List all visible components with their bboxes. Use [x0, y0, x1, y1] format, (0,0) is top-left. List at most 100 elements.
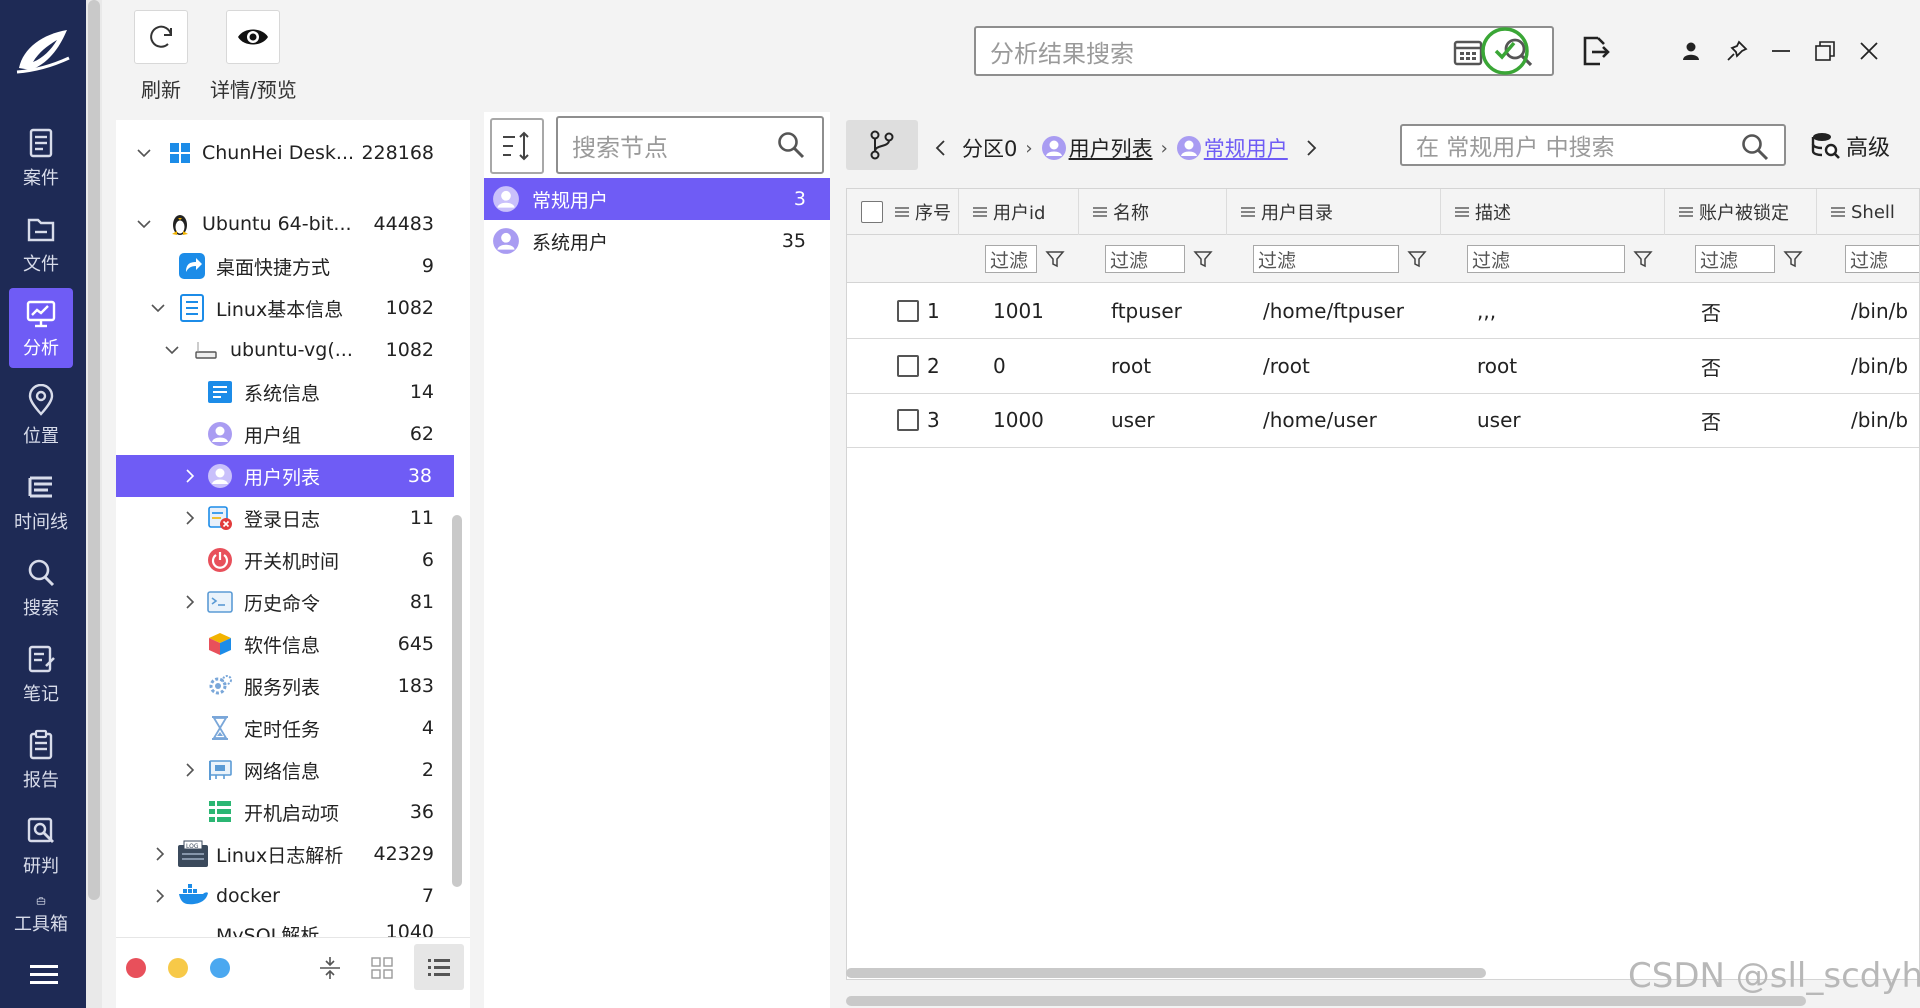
hamburger-menu-icon[interactable]	[30, 964, 58, 986]
nav-analysis[interactable]: 分析	[9, 288, 73, 368]
select-all-checkbox[interactable]	[861, 201, 883, 223]
tree-row-user-group[interactable]: 用户组 62	[116, 413, 456, 455]
row-checkbox[interactable]	[897, 355, 919, 377]
filter-locked-input[interactable]: 过滤	[1695, 245, 1775, 273]
chevron-right-icon[interactable]	[182, 510, 198, 526]
filter-shell-input[interactable]: 过滤	[1845, 245, 1919, 273]
column-header-desc[interactable]: 描述	[1441, 189, 1665, 235]
refresh-button[interactable]: 刷新	[134, 10, 188, 103]
table-row[interactable]: 2 0 root /root root 否 /bin/b	[847, 339, 1919, 394]
funnel-icon[interactable]	[1633, 249, 1653, 269]
funnel-icon[interactable]	[1193, 249, 1213, 269]
analysis-search-input[interactable]: 分析结果搜索	[974, 26, 1554, 76]
filter-uid-input[interactable]: 过滤	[985, 245, 1037, 273]
tree-row-ubuntu[interactable]: Ubuntu 64-bit... 44483	[116, 203, 456, 245]
grid-view-button[interactable]	[364, 950, 400, 986]
tree-row-linux-log[interactable]: LOG Linux日志解析 42329	[116, 833, 456, 875]
tree-row-cron[interactable]: 定时任务 4	[116, 707, 456, 749]
chevron-down-icon[interactable]	[164, 342, 180, 358]
node-row-regular-users[interactable]: 常规用户 3	[484, 178, 830, 220]
column-header-locked[interactable]: 账户被锁定	[1665, 189, 1817, 235]
search-icon[interactable]	[1740, 132, 1770, 162]
column-menu-icon[interactable]	[1455, 206, 1469, 218]
table-row[interactable]: 3 1000 user /home/user user 否 /bin/b	[847, 393, 1919, 448]
export-button[interactable]	[1570, 26, 1620, 76]
filter-desc-input[interactable]: 过滤	[1467, 245, 1625, 273]
restore-button[interactable]	[1810, 36, 1840, 66]
collapse-all-button[interactable]	[312, 950, 348, 986]
tree-scrollbar-thumb[interactable]	[452, 515, 462, 887]
nav-report[interactable]: 报告	[9, 720, 73, 800]
outer-scrollbar-thumb[interactable]	[88, 0, 100, 900]
column-header-uid[interactable]: 用户id	[959, 189, 1079, 235]
filter-home-input[interactable]: 过滤	[1253, 245, 1399, 273]
chevron-right-icon[interactable]	[152, 888, 168, 904]
row-checkbox[interactable]	[897, 409, 919, 431]
column-menu-icon[interactable]	[973, 206, 987, 218]
tree-row-linux-basic[interactable]: Linux基本信息 1082	[116, 287, 456, 329]
nav-search[interactable]: 搜索	[9, 548, 73, 628]
nav-judge[interactable]: 研判	[9, 806, 73, 886]
node-search-input[interactable]: 搜索节点	[556, 116, 824, 174]
nav-toolbox[interactable]: 工具箱	[9, 890, 73, 936]
breadcrumb-partition[interactable]: 分区0	[962, 133, 1017, 163]
search-icon[interactable]	[776, 130, 806, 160]
chevron-right-icon[interactable]	[1304, 139, 1318, 157]
chevron-down-icon[interactable]	[136, 216, 152, 232]
nav-case[interactable]: 案件	[9, 118, 73, 198]
red-tag-dot[interactable]	[126, 958, 146, 978]
minimize-button[interactable]	[1766, 36, 1796, 66]
column-header-home[interactable]: 用户目录	[1227, 189, 1441, 235]
tree-row-startup[interactable]: 开机启动项 36	[116, 791, 456, 833]
chevron-down-icon[interactable]	[150, 300, 166, 316]
outer-scrollbar[interactable]	[86, 0, 102, 1008]
grid-search-input[interactable]: 在 常规用户 中搜索	[1400, 124, 1786, 166]
chevron-down-icon[interactable]	[136, 145, 152, 161]
advanced-search-button[interactable]: 高级	[1810, 130, 1890, 162]
column-menu-icon[interactable]	[895, 206, 909, 218]
chevron-right-icon[interactable]	[182, 468, 198, 484]
tree-row-login-log[interactable]: 登录日志 11	[116, 497, 456, 539]
user-button[interactable]	[1676, 36, 1706, 66]
chevron-left-icon[interactable]	[934, 139, 948, 157]
funnel-icon[interactable]	[1045, 249, 1065, 269]
nav-note[interactable]: 笔记	[9, 634, 73, 714]
nav-location[interactable]: 位置	[9, 376, 73, 456]
branch-button[interactable]	[846, 120, 918, 170]
nav-file[interactable]: 文件	[9, 204, 73, 284]
tree-row-desktop-shortcut[interactable]: 桌面快捷方式 9	[116, 245, 456, 287]
tree-row-chunhei[interactable]: ChunHei Desk... 228168	[116, 132, 456, 174]
funnel-icon[interactable]	[1783, 249, 1803, 269]
funnel-icon[interactable]	[1407, 249, 1427, 269]
tree-row-power-time[interactable]: 开关机时间 6	[116, 539, 456, 581]
column-menu-icon[interactable]	[1679, 206, 1693, 218]
tree-row-mysql[interactable]: MySQL解析 1040	[116, 917, 456, 937]
column-header-name[interactable]: 名称	[1079, 189, 1227, 235]
column-menu-icon[interactable]	[1241, 206, 1255, 218]
pin-button[interactable]	[1722, 36, 1752, 66]
column-header-index[interactable]: 序号	[847, 189, 959, 235]
tree-row-services[interactable]: 服务列表 183	[116, 665, 456, 707]
tree-row-docker[interactable]: docker 7	[116, 875, 456, 917]
row-checkbox[interactable]	[897, 300, 919, 322]
tree-row-system-info[interactable]: 系统信息 14	[116, 371, 456, 413]
chevron-right-icon[interactable]	[152, 846, 168, 862]
grid-horizontal-scrollbar[interactable]	[846, 968, 1486, 978]
blue-tag-dot[interactable]	[210, 958, 230, 978]
filter-name-input[interactable]: 过滤	[1105, 245, 1185, 273]
tree-row-network[interactable]: 网络信息 2	[116, 749, 456, 791]
breadcrumb-current[interactable]: 常规用户	[1204, 133, 1288, 163]
tree-row-history-cmd[interactable]: 历史命令 81	[116, 581, 456, 623]
list-view-button[interactable]	[414, 944, 464, 990]
yellow-tag-dot[interactable]	[168, 958, 188, 978]
nav-timeline[interactable]: 时间线	[9, 462, 73, 542]
status-ok-button[interactable]	[1480, 26, 1530, 76]
node-row-system-users[interactable]: 系统用户 35	[484, 220, 830, 262]
tree-row-software[interactable]: 软件信息 645	[116, 623, 456, 665]
chevron-right-icon[interactable]	[182, 594, 198, 610]
pane-horizontal-scrollbar[interactable]	[846, 996, 1806, 1006]
preview-button[interactable]: 详情/预览	[210, 10, 297, 103]
table-row[interactable]: 1 1001 ftpuser /home/ftpuser ,,, 否 /bin/…	[847, 284, 1919, 339]
tree-row-ubuntu-vg[interactable]: ubuntu-vg(... 1082	[116, 329, 456, 371]
column-menu-icon[interactable]	[1831, 206, 1845, 218]
